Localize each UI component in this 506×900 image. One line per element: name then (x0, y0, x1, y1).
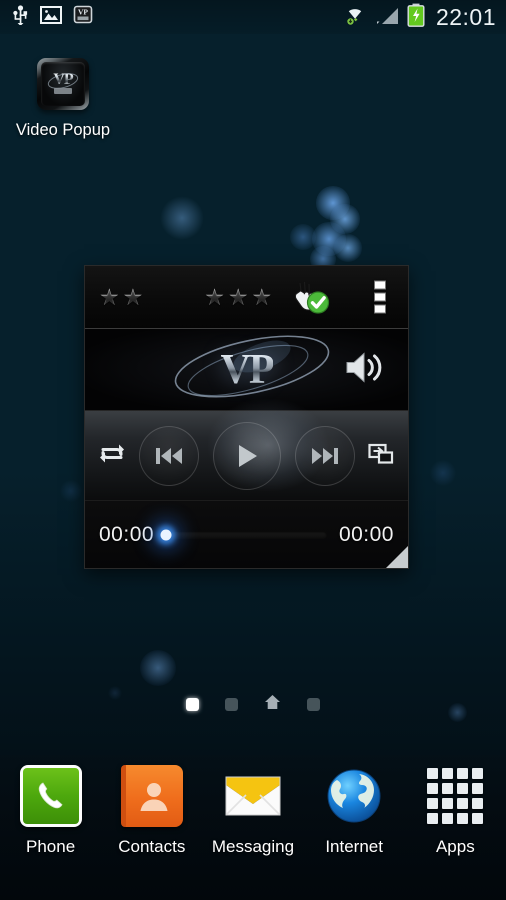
page-indicator (0, 693, 506, 715)
time-elapsed: 00:00 (99, 522, 155, 546)
star-icon: ★ (99, 283, 120, 310)
menu-dot (374, 292, 386, 302)
seek-thumb[interactable] (160, 529, 172, 540)
dock: Phone Contacts Messaging Internet Apps (0, 755, 506, 900)
apps-grid-cell (427, 768, 439, 779)
star-icon: ★ (227, 283, 249, 310)
internet-globe-icon[interactable] (323, 765, 385, 827)
status-bar-left-icons: VP (12, 4, 93, 30)
apps-grid-cell (457, 768, 469, 779)
bokeh-circle (312, 222, 346, 256)
repeat-button[interactable] (97, 441, 127, 470)
dock-label: Apps (435, 837, 475, 856)
shortcut-video-popup[interactable]: VP Video Popup (8, 58, 118, 140)
apps-grid-cell (427, 798, 439, 809)
dock-item-messaging[interactable]: Messaging (205, 765, 300, 857)
status-bar-clock: 22:01 (435, 3, 496, 30)
battery-charging-icon (407, 3, 425, 32)
video-popup-app-icon[interactable]: VP (37, 58, 89, 110)
phone-icon[interactable] (19, 765, 82, 827)
bokeh-circle (160, 196, 204, 240)
bokeh-circle (334, 234, 362, 262)
wifi-icon (343, 4, 367, 31)
widget-resize-handle[interactable] (386, 546, 408, 568)
dock-item-contacts[interactable]: Contacts (104, 765, 199, 857)
bokeh-circle (330, 204, 360, 234)
video-popup-widget[interactable]: ★ ★ ★ ★ ★ VP 00:00 00:00 (84, 265, 409, 569)
apps-grid-cell (472, 798, 484, 809)
usb-icon (12, 4, 29, 30)
page-dot-4[interactable] (307, 697, 320, 711)
play-button[interactable] (212, 421, 281, 490)
svg-text:VP: VP (78, 8, 88, 17)
contacts-icon[interactable] (120, 765, 183, 827)
dock-label: Contacts (118, 837, 186, 856)
popup-window-button[interactable] (368, 441, 394, 470)
widget-playback-controls (85, 399, 408, 501)
widget-seek-bar-row: 00:00 00:00 (85, 501, 408, 568)
status-bar[interactable]: VP 22:01 (0, 0, 506, 34)
apps-grid-cell (472, 783, 484, 794)
apps-grid-cell (442, 798, 454, 809)
star-icon: ★ (251, 283, 273, 310)
apps-grid-cell (427, 783, 439, 794)
dock-item-apps[interactable]: Apps (408, 765, 503, 857)
widget-video-screen[interactable]: VP (85, 329, 408, 411)
apps-grid-cell (427, 813, 439, 824)
bokeh-circle (430, 460, 456, 486)
shortcut-label: Video Popup (15, 121, 111, 139)
apps-grid-cell (457, 783, 469, 794)
rating-stars-right[interactable]: ★ ★ ★ (204, 283, 273, 310)
bokeh-circle (140, 650, 176, 686)
touch-check-icon[interactable] (288, 277, 334, 317)
next-button[interactable] (294, 425, 355, 486)
page-dot-home[interactable] (264, 694, 281, 715)
dock-item-internet[interactable]: Internet (307, 765, 402, 857)
signal-bars-icon (374, 4, 400, 31)
apps-grid-cell (472, 768, 484, 779)
dock-label: Internet (325, 837, 383, 856)
apps-grid-cell (442, 813, 454, 824)
apps-grid-cell (442, 768, 454, 779)
bokeh-circle (290, 224, 316, 250)
apps-grid-cell (442, 783, 454, 794)
vp-logo: VP (220, 346, 275, 393)
apps-grid-cell (457, 813, 469, 824)
star-icon: ★ (122, 283, 144, 310)
dock-label: Messaging (211, 837, 295, 856)
apps-grid-cell (472, 813, 484, 824)
dock-item-phone[interactable]: Phone (3, 765, 98, 857)
apps-grid-cell (457, 798, 469, 809)
gallery-image-icon (40, 5, 62, 29)
dock-label: Phone (26, 837, 76, 856)
status-bar-right-icons: 22:01 (343, 3, 496, 32)
overflow-menu-icon[interactable] (374, 280, 386, 314)
page-dot-2[interactable] (225, 697, 238, 711)
vp-notification-icon: VP (73, 5, 93, 29)
previous-button[interactable] (138, 425, 199, 486)
video-popup-app-icon-inner: VP (41, 62, 85, 106)
messaging-icon[interactable] (222, 765, 284, 827)
star-icon: ★ (204, 283, 225, 310)
apps-grid-icon[interactable] (424, 765, 486, 827)
rating-stars-left[interactable]: ★ ★ (99, 283, 144, 310)
seek-slider[interactable] (160, 529, 327, 540)
page-dot-1[interactable] (186, 697, 199, 711)
widget-top-bar: ★ ★ ★ ★ ★ (85, 266, 408, 329)
bokeh-circle (60, 480, 82, 502)
time-total: 00:00 (338, 522, 394, 546)
bokeh-circle (316, 186, 350, 220)
phone-icon-inner (22, 768, 79, 824)
menu-dot (374, 280, 386, 290)
menu-dot (374, 304, 386, 314)
